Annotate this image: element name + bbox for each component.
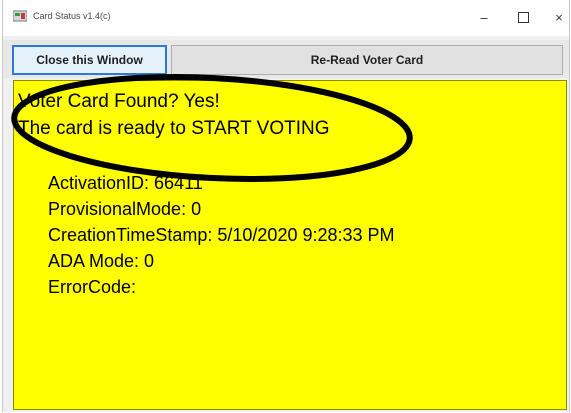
card-found-text: Voter Card Found? Yes! xyxy=(18,91,220,112)
reread-voter-card-button[interactable]: Re-Read Voter Card xyxy=(171,45,563,75)
provisional-mode-text: ProvisionalMode: 0 xyxy=(48,199,202,219)
activation-id-text: ActivationID: 66411 xyxy=(48,173,203,193)
close-this-window-button[interactable]: Close this Window xyxy=(12,45,167,75)
close-window-button[interactable]: × xyxy=(539,4,571,30)
card-status-panel: Voter Card Found? Yes! The card is ready… xyxy=(13,80,567,410)
creation-timestamp-text: CreationTimeStamp: 5/10/2020 9:28:33 PM xyxy=(48,225,395,245)
title-bar: Card Status v1.4(c) – × xyxy=(3,0,569,36)
maximize-button[interactable] xyxy=(503,4,543,30)
ada-mode-text: ADA Mode: 0 xyxy=(48,251,155,271)
maximize-icon xyxy=(517,11,529,23)
error-code-text: ErrorCode: xyxy=(48,277,137,297)
card-ready-text: The card is ready to START VOTING xyxy=(18,118,330,139)
toolbar: Close this Window Re-Read Voter Card xyxy=(3,40,569,78)
window-title: Card Status v1.4(c) xyxy=(33,11,111,21)
app-icon xyxy=(13,10,27,22)
card-status-window: Card Status v1.4(c) – × Close this Windo… xyxy=(2,0,570,412)
minimize-button[interactable]: – xyxy=(464,4,504,30)
